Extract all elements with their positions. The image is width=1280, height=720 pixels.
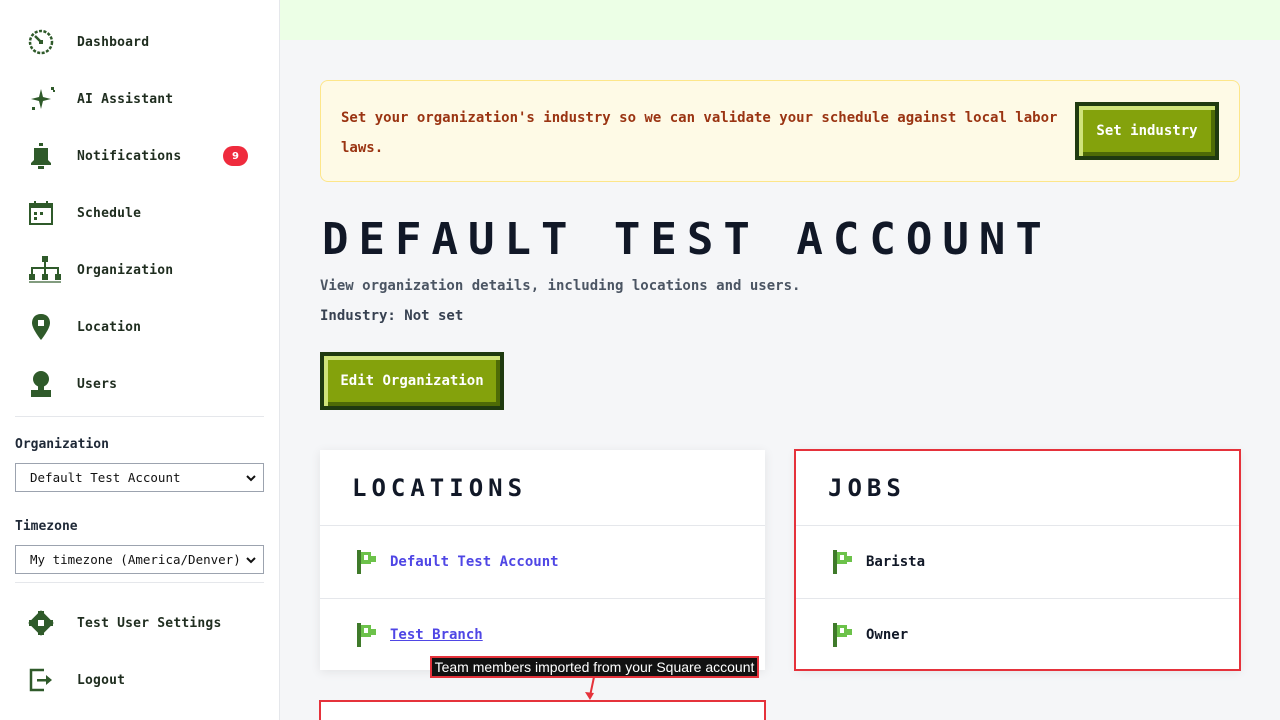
- logout-icon: [28, 664, 64, 696]
- locations-card: LOCATIONS Default Test Account Test Bran…: [320, 450, 765, 670]
- organization-select-label: Organization: [15, 437, 109, 452]
- set-industry-button[interactable]: Set industry: [1075, 102, 1219, 160]
- location-flag-icon: [356, 549, 378, 575]
- dashboard-icon: [28, 26, 64, 58]
- tooltip-arrow-icon: [585, 676, 595, 700]
- sparkle-icon: [28, 83, 64, 115]
- team-members-highlight-outline: [319, 700, 766, 720]
- sidebar-divider: [15, 416, 264, 417]
- chevron-down-icon: [245, 472, 257, 484]
- sidebar: Dashboard AI Assistant Notifications 9 S…: [0, 0, 280, 720]
- nav-schedule-label: Schedule: [77, 205, 142, 221]
- industry-status: Industry: Not set: [320, 308, 464, 324]
- bell-icon: [28, 140, 64, 172]
- timezone-select[interactable]: My timezone (America/Denver): [15, 545, 264, 574]
- nav-dashboard-label: Dashboard: [77, 34, 150, 50]
- timezone-select-label: Timezone: [15, 519, 78, 534]
- location-flag-icon: [356, 622, 378, 648]
- square-import-tooltip: Team members imported from your Square a…: [430, 656, 759, 678]
- top-bar: [280, 0, 1280, 40]
- banner-message: Set your organization's industry so we c…: [341, 110, 1058, 156]
- location-name[interactable]: Default Test Account: [390, 554, 559, 570]
- organization-select-value: Default Test Account: [30, 470, 181, 485]
- nav-user-settings[interactable]: Test User Settings: [28, 603, 264, 643]
- nav-logout[interactable]: Logout: [28, 660, 264, 700]
- organization-select[interactable]: Default Test Account: [15, 463, 264, 492]
- notification-count-badge: 9: [223, 146, 248, 166]
- sidebar-divider: [15, 582, 264, 583]
- nav-location-label: Location: [77, 319, 142, 335]
- nav-ai-assistant[interactable]: AI Assistant: [28, 79, 264, 119]
- edit-organization-button[interactable]: Edit Organization: [320, 352, 504, 410]
- nav-logout-label: Logout: [77, 672, 126, 688]
- location-name[interactable]: Test Branch: [390, 627, 483, 643]
- industry-warning-banner: Set your organization's industry so we c…: [320, 80, 1240, 182]
- location-row[interactable]: Default Test Account: [320, 526, 765, 598]
- nav-location[interactable]: Location: [28, 307, 264, 347]
- map-pin-icon: [28, 311, 64, 343]
- nav-dashboard[interactable]: Dashboard: [28, 22, 264, 62]
- nav-users-label: Users: [77, 376, 118, 392]
- locations-title: LOCATIONS: [352, 474, 528, 502]
- nav-user-settings-label: Test User Settings: [77, 615, 222, 631]
- timezone-select-value: My timezone (America/Denver): [30, 552, 241, 567]
- user-icon: [28, 368, 64, 400]
- nav-notifications[interactable]: Notifications 9: [28, 136, 264, 176]
- nav-notifications-label: Notifications: [77, 148, 182, 164]
- calendar-icon: [28, 197, 64, 229]
- nav-schedule[interactable]: Schedule: [28, 193, 264, 233]
- nav-organization-label: Organization: [77, 262, 174, 278]
- nav-organization[interactable]: Organization: [28, 250, 264, 290]
- nav-users[interactable]: Users: [28, 364, 264, 404]
- chevron-down-icon: [245, 554, 257, 566]
- gear-icon: [28, 607, 64, 639]
- jobs-highlight-outline: [794, 449, 1241, 671]
- nav-ai-assistant-label: AI Assistant: [77, 91, 174, 107]
- page-subtitle: View organization details, including loc…: [320, 278, 801, 294]
- page-title: DEFAULT TEST ACCOUNT: [322, 214, 1052, 265]
- org-chart-icon: [28, 254, 64, 286]
